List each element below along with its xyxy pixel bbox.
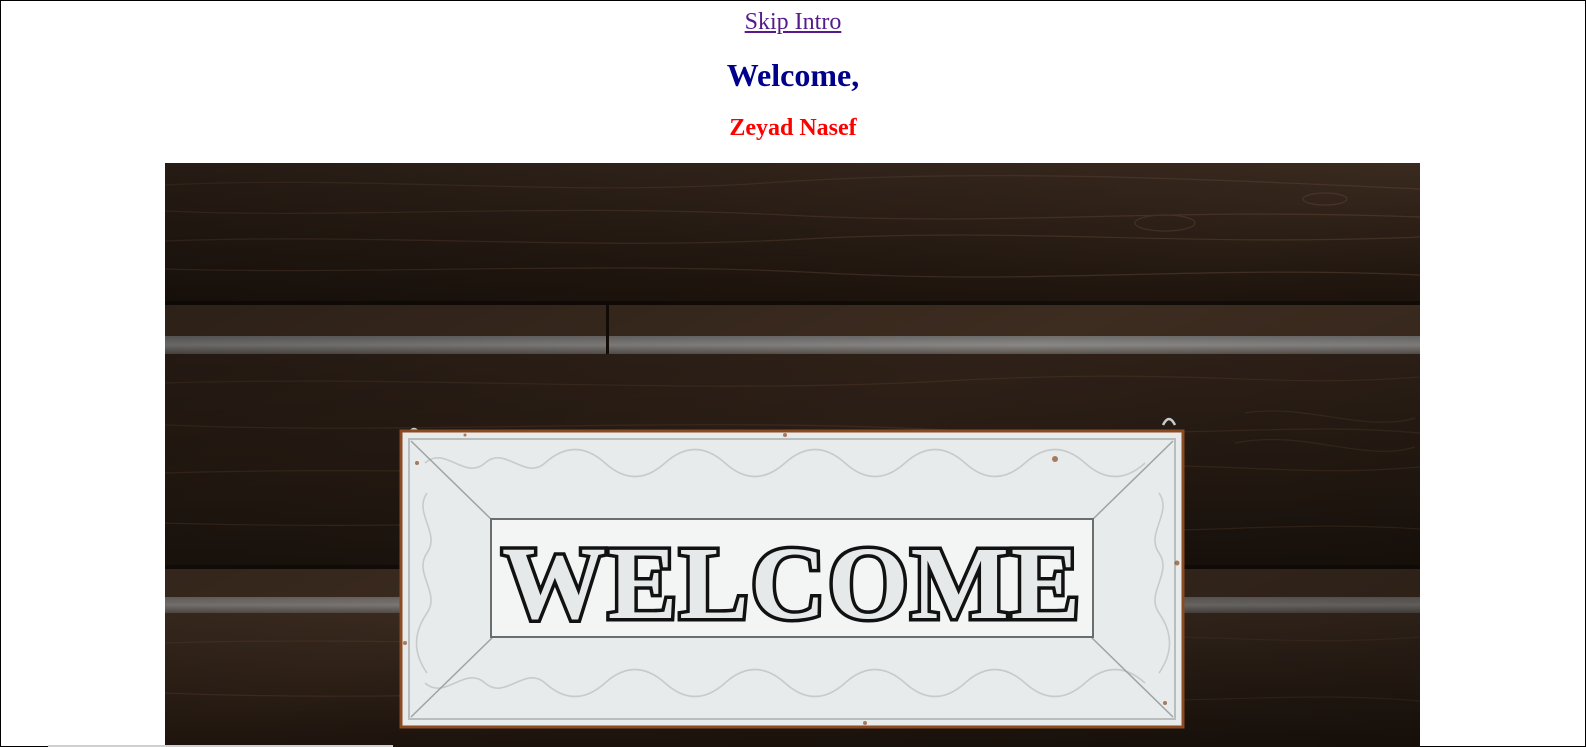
welcome-sign-illustration: WELCOME WELCOME	[165, 163, 1420, 747]
welcome-sign-image: WELCOME WELCOME	[165, 163, 1420, 747]
skip-intro-container: Skip Intro	[0, 8, 1586, 36]
user-name-heading: Zeyad Nasef	[729, 115, 857, 141]
skip-intro-link[interactable]: Skip Intro	[745, 9, 842, 35]
welcome-sign: WELCOME WELCOME	[399, 429, 1185, 729]
welcome-heading: Welcome,	[726, 57, 860, 93]
sign-text-fill: WELCOME	[502, 526, 1082, 641]
